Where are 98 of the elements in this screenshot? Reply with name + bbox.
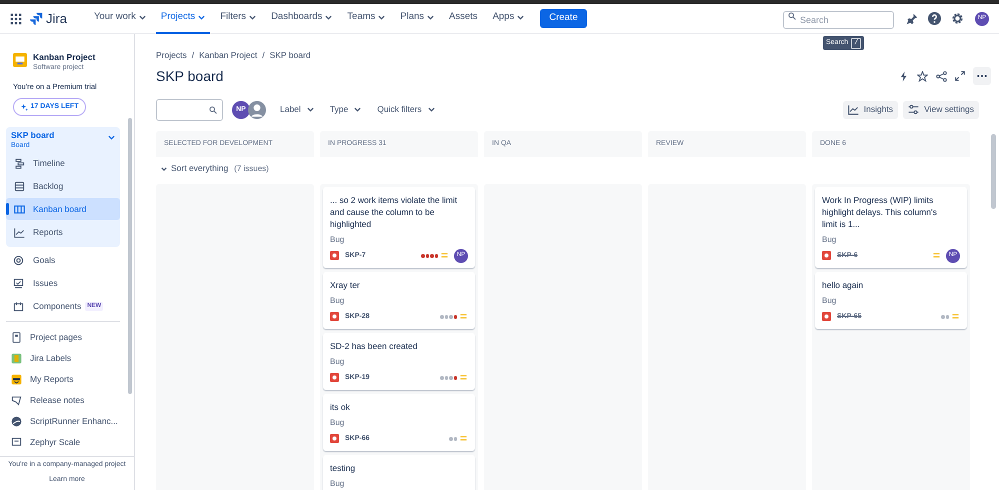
board-search-field[interactable] (156, 98, 223, 121)
search-field[interactable]: Search (783, 10, 894, 28)
card-summary: ... so 2 work items violate the limit and cause the column to be highlighted (330, 194, 458, 230)
project-icon (13, 53, 27, 67)
search-icon (209, 106, 217, 114)
selected-indicator (6, 203, 9, 216)
nav-item-icon (13, 301, 24, 312)
issue-type: Bug (822, 234, 838, 246)
issue-type: Bug (822, 294, 838, 307)
nav-menu[interactable]: Plans (395, 4, 440, 34)
nav-item-icon (13, 278, 24, 290)
more-button[interactable] (973, 67, 991, 86)
unassigned-avatar-icon (248, 100, 266, 119)
board-item-icon (14, 158, 25, 169)
app-icon (11, 332, 22, 344)
board-item-icon (14, 226, 25, 238)
issue-type: Bug (330, 234, 346, 246)
sidebar-item[interactable]: Kanban board (6, 198, 120, 220)
swimlane-header[interactable]: Sort everything (7 issues) (161, 158, 269, 180)
star-icon (917, 70, 928, 82)
card-summary: its ok (330, 400, 351, 413)
chevron-icon (108, 135, 115, 140)
breadcrumb-link[interactable]: Projects (156, 49, 187, 62)
breadcrumb-link[interactable]: Kanban Project (199, 49, 258, 62)
sidebar-item[interactable]: Release notes (6, 390, 120, 412)
app-icon (11, 395, 22, 406)
project-name: Kanban Project (33, 52, 96, 63)
filter-dropdown[interactable]: Label (280, 103, 314, 116)
priority-medium-icon (460, 435, 467, 442)
lightning-icon (899, 70, 909, 82)
toolbar-button[interactable]: Insights (842, 100, 898, 119)
priority-medium-icon (460, 374, 467, 382)
priority-medium-icon (441, 252, 448, 260)
chevron-icon (428, 107, 435, 112)
issue-type: Bug (330, 478, 346, 490)
bug-icon (330, 373, 339, 382)
chevron-icon (161, 166, 167, 171)
priority-medium-icon (933, 252, 940, 260)
share-icon (936, 70, 947, 82)
bug-icon (330, 251, 339, 260)
sidebar-item[interactable]: Backlog (6, 175, 120, 198)
breadcrumb-link[interactable]: SKP board (270, 49, 311, 62)
app-icon (11, 353, 22, 364)
sidebar-item[interactable]: Jira Labels (6, 348, 120, 370)
page-title: SKP board (156, 66, 224, 86)
bug-icon (330, 434, 339, 444)
toolbar-button[interactable]: View settings (903, 100, 979, 119)
chevron-icon (306, 107, 314, 112)
sparkle-icon (20, 104, 28, 111)
nav-menu[interactable]: Your work (88, 4, 151, 34)
sidebar-item[interactable]: Goals (6, 249, 120, 272)
filter-dropdown[interactable]: Quick filters (377, 103, 435, 116)
sidebar-item[interactable]: Reports (6, 221, 120, 244)
breadcrumb-separator: / (262, 49, 265, 62)
nav-item-icon (13, 255, 24, 266)
app-grid-icon (10, 12, 22, 24)
nav-menu[interactable]: Projects (156, 4, 210, 34)
sidebar-item[interactable]: Timeline (6, 152, 120, 174)
issue-type: Bug (330, 356, 346, 368)
priority-medium-icon (460, 313, 467, 320)
chevron-icon (354, 107, 362, 112)
card-summary: testing (330, 462, 356, 474)
card-summary: SD-2 has been created (330, 340, 418, 352)
bug-icon (822, 312, 831, 322)
board-item-icon (14, 180, 25, 192)
bug-icon (822, 251, 831, 260)
app-icon (11, 374, 22, 386)
expand-icon (955, 71, 965, 82)
priority-medium-icon (952, 313, 959, 320)
board-item-icon (14, 204, 25, 215)
sliders-icon (908, 104, 920, 116)
issue-type: Bug (330, 294, 346, 307)
filter-dropdown[interactable]: Type (330, 103, 362, 116)
nav-menu[interactable]: Apps (488, 4, 530, 34)
nav-menu[interactable]: Dashboards (266, 4, 338, 34)
nav-menu[interactable]: Filters (215, 4, 262, 34)
bug-icon (330, 312, 339, 322)
product-name: Jira (46, 10, 67, 28)
chart-icon (848, 104, 859, 116)
nav-menu[interactable]: Teams (342, 4, 390, 34)
sidebar-item[interactable]: ScriptRunner Enhanc... (6, 411, 120, 432)
settings-icon (951, 12, 964, 25)
card-summary: Xray ter (330, 278, 361, 291)
app-icon (11, 437, 22, 448)
sidebar-item[interactable]: My Reports (6, 369, 120, 390)
sidebar-item[interactable]: Zephyr Scale (6, 432, 120, 454)
sidebar-item[interactable]: Project pages (6, 327, 120, 348)
help-icon (928, 12, 941, 25)
card-summary: Work In Progress (WIP) limits highlight delays. This column's limit is 1... (822, 194, 938, 230)
app-icon (11, 416, 22, 428)
breadcrumb-separator: / (192, 49, 194, 62)
card-summary: hello again (822, 278, 864, 291)
issue-type: Bug (330, 416, 346, 429)
search-icon (788, 12, 796, 20)
sidebar-item[interactable]: Issues (6, 272, 120, 296)
nav-menu[interactable]: Assets (444, 4, 483, 34)
create-button[interactable]: Create (540, 9, 587, 28)
logo-icon (30, 12, 43, 25)
